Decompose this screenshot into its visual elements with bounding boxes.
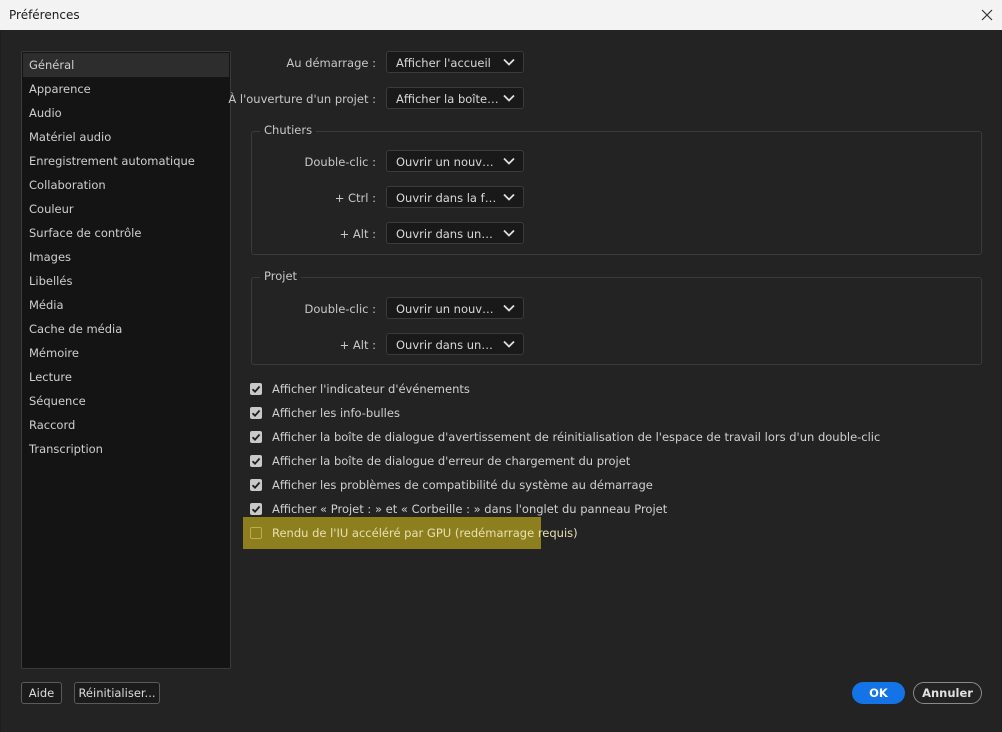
sidebar-item-general[interactable]: Général	[23, 53, 229, 77]
project-alt-label: + Alt :	[339, 338, 376, 352]
sidebar-item-media[interactable]: Média	[23, 293, 229, 317]
check-icon	[251, 433, 261, 442]
help-button[interactable]: Aide	[21, 682, 62, 704]
checkbox-checked[interactable]	[250, 431, 262, 443]
check-icon	[251, 409, 261, 418]
chevron-down-icon	[503, 193, 515, 201]
chevron-down-icon	[503, 58, 515, 66]
sidebar-item-sequence[interactable]: Séquence	[23, 389, 229, 413]
project-alt-select[interactable]: Ouvrir dans une nouvelle fenêtre	[386, 333, 524, 355]
bins-alt-row: + Alt :	[241, 222, 376, 246]
bins-alt-select[interactable]: Ouvrir dans une nouvelle fenêtre	[386, 222, 524, 244]
option-label: Afficher « Projet : » et « Corbeille : »…	[272, 502, 668, 516]
chevron-down-icon	[503, 304, 515, 312]
bins-ctrl-row: + Ctrl :	[241, 186, 376, 210]
sidebar-item-labels[interactable]: Libellés	[23, 269, 229, 293]
sidebar-item-memory[interactable]: Mémoire	[23, 341, 229, 365]
checkbox-unchecked[interactable]	[250, 527, 262, 539]
bins-double-click-label: Double-clic :	[304, 155, 376, 169]
preferences-dialog: Général Apparence Audio Matériel audio E…	[1, 30, 1001, 732]
ok-button[interactable]: OK	[852, 682, 905, 704]
sidebar-item-audio[interactable]: Audio	[23, 101, 229, 125]
open-project-select[interactable]: Afficher la boîte de dialogue	[386, 87, 524, 109]
startup-label: Au démarrage :	[286, 56, 376, 70]
sidebar-item-trim[interactable]: Raccord	[23, 413, 229, 437]
project-double-click-select[interactable]: Ouvrir un nouvel onglet	[386, 297, 524, 319]
check-icon	[251, 481, 261, 490]
bins-group-title: Chutiers	[260, 123, 317, 137]
checkbox-checked[interactable]	[250, 407, 262, 419]
reset-button[interactable]: Réinitialiser...	[74, 682, 160, 704]
check-icon	[251, 505, 261, 514]
open-project-label: À l'ouverture d'un projet :	[228, 92, 376, 106]
sidebar-item-collaboration[interactable]: Collaboration	[23, 173, 229, 197]
project-alt-row: + Alt :	[241, 333, 376, 357]
bins-ctrl-label: + Ctrl :	[334, 191, 376, 205]
sidebar-item-media-cache[interactable]: Cache de média	[23, 317, 229, 341]
sidebar-item-audio-hardware[interactable]: Matériel audio	[23, 125, 229, 149]
bins-ctrl-select[interactable]: Ouvrir dans la fenêtre	[386, 186, 524, 208]
project-group-title: Projet	[260, 269, 302, 283]
sidebar-item-transcription[interactable]: Transcription	[23, 437, 229, 461]
bins-ctrl-value: Ouvrir dans la fenêtre	[396, 191, 499, 205]
close-button[interactable]	[972, 0, 1002, 30]
bins-alt-value: Ouvrir dans une nouvelle fenêtre	[396, 227, 499, 241]
project-double-click-row: Double-clic :	[241, 297, 376, 321]
project-alt-value: Ouvrir dans une nouvelle fenêtre	[396, 338, 499, 352]
checkbox-checked[interactable]	[250, 479, 262, 491]
bins-alt-label: + Alt :	[339, 227, 376, 241]
sidebar-item-images[interactable]: Images	[23, 245, 229, 269]
sidebar-item-control-surface[interactable]: Surface de contrôle	[23, 221, 229, 245]
project-double-click-value: Ouvrir un nouvel onglet	[396, 302, 499, 316]
startup-value: Afficher l'accueil	[396, 56, 491, 70]
option-label: Afficher l'indicateur d'événements	[272, 382, 470, 396]
checkbox-checked[interactable]	[250, 503, 262, 515]
category-list: Général Apparence Audio Matériel audio E…	[21, 51, 231, 669]
bins-double-click-row: Double-clic :	[241, 150, 376, 174]
checkbox-checked[interactable]	[250, 455, 262, 467]
title-bar: Préférences	[0, 0, 1002, 30]
window-title: Préférences	[9, 8, 80, 22]
bins-double-click-value: Ouvrir un nouvel onglet	[396, 155, 499, 169]
option-label: Afficher la boîte de dialogue d'avertiss…	[272, 430, 881, 444]
cancel-button[interactable]: Annuler	[913, 682, 982, 704]
check-icon	[251, 457, 261, 466]
chevron-down-icon	[503, 157, 515, 165]
open-project-value: Afficher la boîte de dialogue	[396, 92, 499, 106]
option-label: Rendu de l'IU accéléré par GPU (redémarr…	[272, 526, 578, 540]
startup-select[interactable]: Afficher l'accueil	[386, 51, 524, 73]
checkbox-checked[interactable]	[250, 383, 262, 395]
chevron-down-icon	[503, 340, 515, 348]
option-label: Afficher la boîte de dialogue d'erreur d…	[272, 454, 631, 468]
sidebar-item-appearance[interactable]: Apparence	[23, 77, 229, 101]
bins-double-click-select[interactable]: Ouvrir un nouvel onglet	[386, 150, 524, 172]
chevron-down-icon	[503, 94, 515, 102]
sidebar-item-playback[interactable]: Lecture	[23, 365, 229, 389]
project-double-click-label: Double-clic :	[304, 302, 376, 316]
sidebar-item-auto-save[interactable]: Enregistrement automatique	[23, 149, 229, 173]
check-icon	[251, 385, 261, 394]
option-label: Afficher les problèmes de compatibilité …	[272, 478, 653, 492]
chevron-down-icon	[503, 229, 515, 237]
startup-row: Au démarrage :	[241, 51, 376, 75]
close-icon	[981, 9, 993, 21]
open-project-row: À l'ouverture d'un projet :	[228, 87, 376, 111]
option-label: Afficher les info-bulles	[272, 406, 400, 420]
sidebar-item-color[interactable]: Couleur	[23, 197, 229, 221]
